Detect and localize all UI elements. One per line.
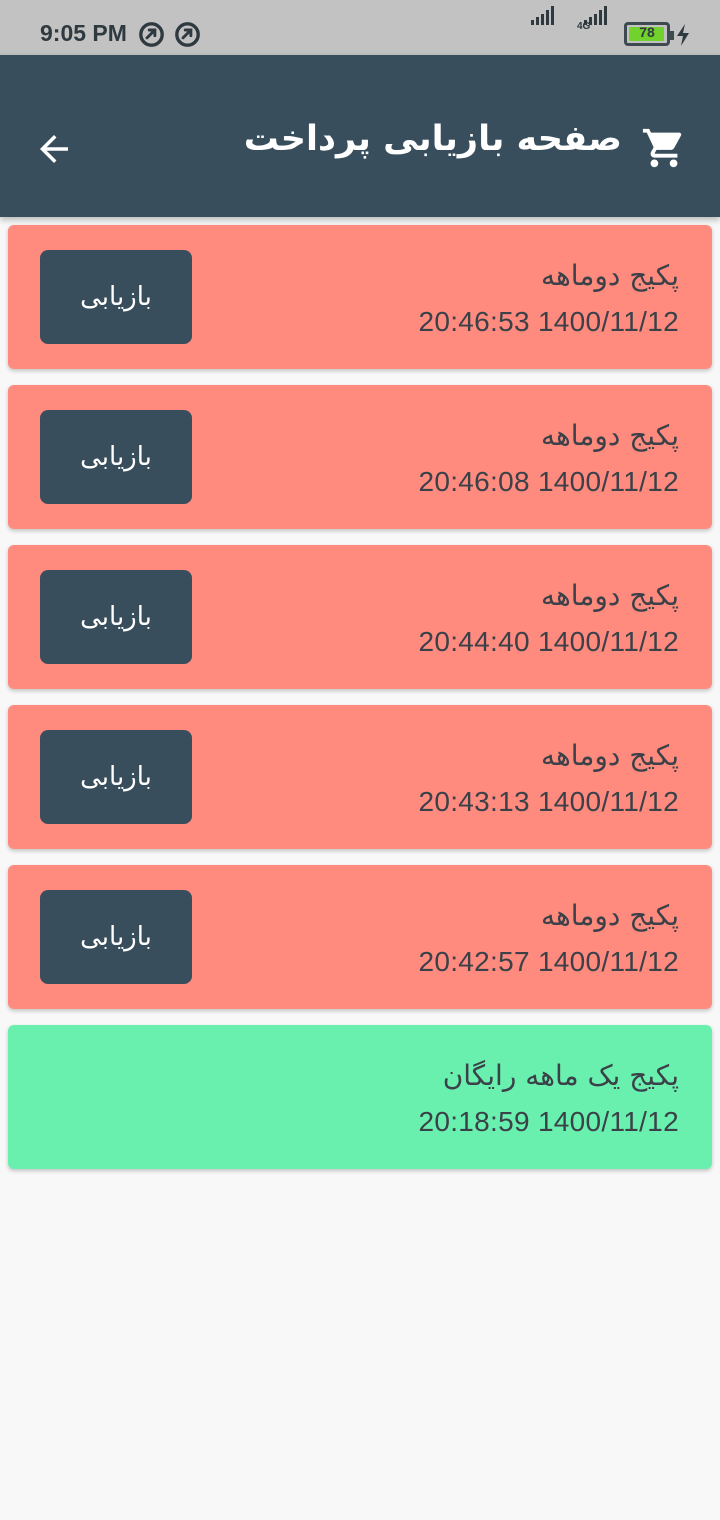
app-bar: صفحه بازیابی پرداخت	[0, 55, 720, 217]
page-title: صفحه بازیابی پرداخت	[243, 119, 622, 159]
battery-level: 78	[639, 24, 655, 40]
package-title: پکیج دوماهه	[541, 579, 679, 612]
restore-button[interactable]: بازیابی	[40, 410, 192, 504]
arrow-back-icon[interactable]	[33, 128, 75, 170]
status-bar: 9:05 PM 4G 78	[0, 0, 720, 55]
vpn-circle-icon	[139, 22, 164, 47]
package-title: پکیج دوماهه	[541, 899, 679, 932]
shopping-cart-icon[interactable]	[641, 125, 687, 171]
payment-item: پکیج دوماهه 20:43:13 1400/11/12 بازیابی	[8, 705, 712, 849]
payment-date: 20:42:57 1400/11/12	[418, 946, 679, 977]
package-title: پکیج دوماهه	[541, 419, 679, 452]
restore-button[interactable]: بازیابی	[40, 250, 192, 344]
payment-date: 20:46:08 1400/11/12	[418, 466, 679, 497]
payment-item: پکیج دوماهه 20:46:08 1400/11/12 بازیابی	[8, 385, 712, 529]
payment-list: پکیج دوماهه 20:46:53 1400/11/12 بازیابی …	[8, 225, 712, 1185]
package-title: پکیج دوماهه	[541, 739, 679, 772]
payment-date: 20:44:40 1400/11/12	[418, 626, 679, 657]
payment-date: 20:18:59 1400/11/12	[418, 1106, 679, 1137]
charging-bolt-icon	[677, 24, 689, 46]
restore-button[interactable]: بازیابی	[40, 570, 192, 664]
package-title: پکیج دوماهه	[541, 259, 679, 292]
payment-item-free: پکیج یک ماهه رایگان 20:18:59 1400/11/12	[8, 1025, 712, 1169]
status-time: 9:05 PM	[40, 20, 127, 46]
restore-button[interactable]: بازیابی	[40, 890, 192, 984]
signal-strength-icon	[531, 6, 554, 25]
vpn-circle-icon	[175, 22, 200, 47]
payment-date: 20:46:53 1400/11/12	[418, 306, 679, 337]
payment-item: پکیج دوماهه 20:42:57 1400/11/12 بازیابی	[8, 865, 712, 1009]
restore-button[interactable]: بازیابی	[40, 730, 192, 824]
payment-date: 20:43:13 1400/11/12	[418, 786, 679, 817]
package-title: پکیج یک ماهه رایگان	[442, 1059, 679, 1092]
payment-item: پکیج دوماهه 20:46:53 1400/11/12 بازیابی	[8, 225, 712, 369]
battery-icon: 78	[624, 20, 674, 48]
payment-item: پکیج دوماهه 20:44:40 1400/11/12 بازیابی	[8, 545, 712, 689]
signal-strength-4g-icon	[584, 6, 607, 25]
